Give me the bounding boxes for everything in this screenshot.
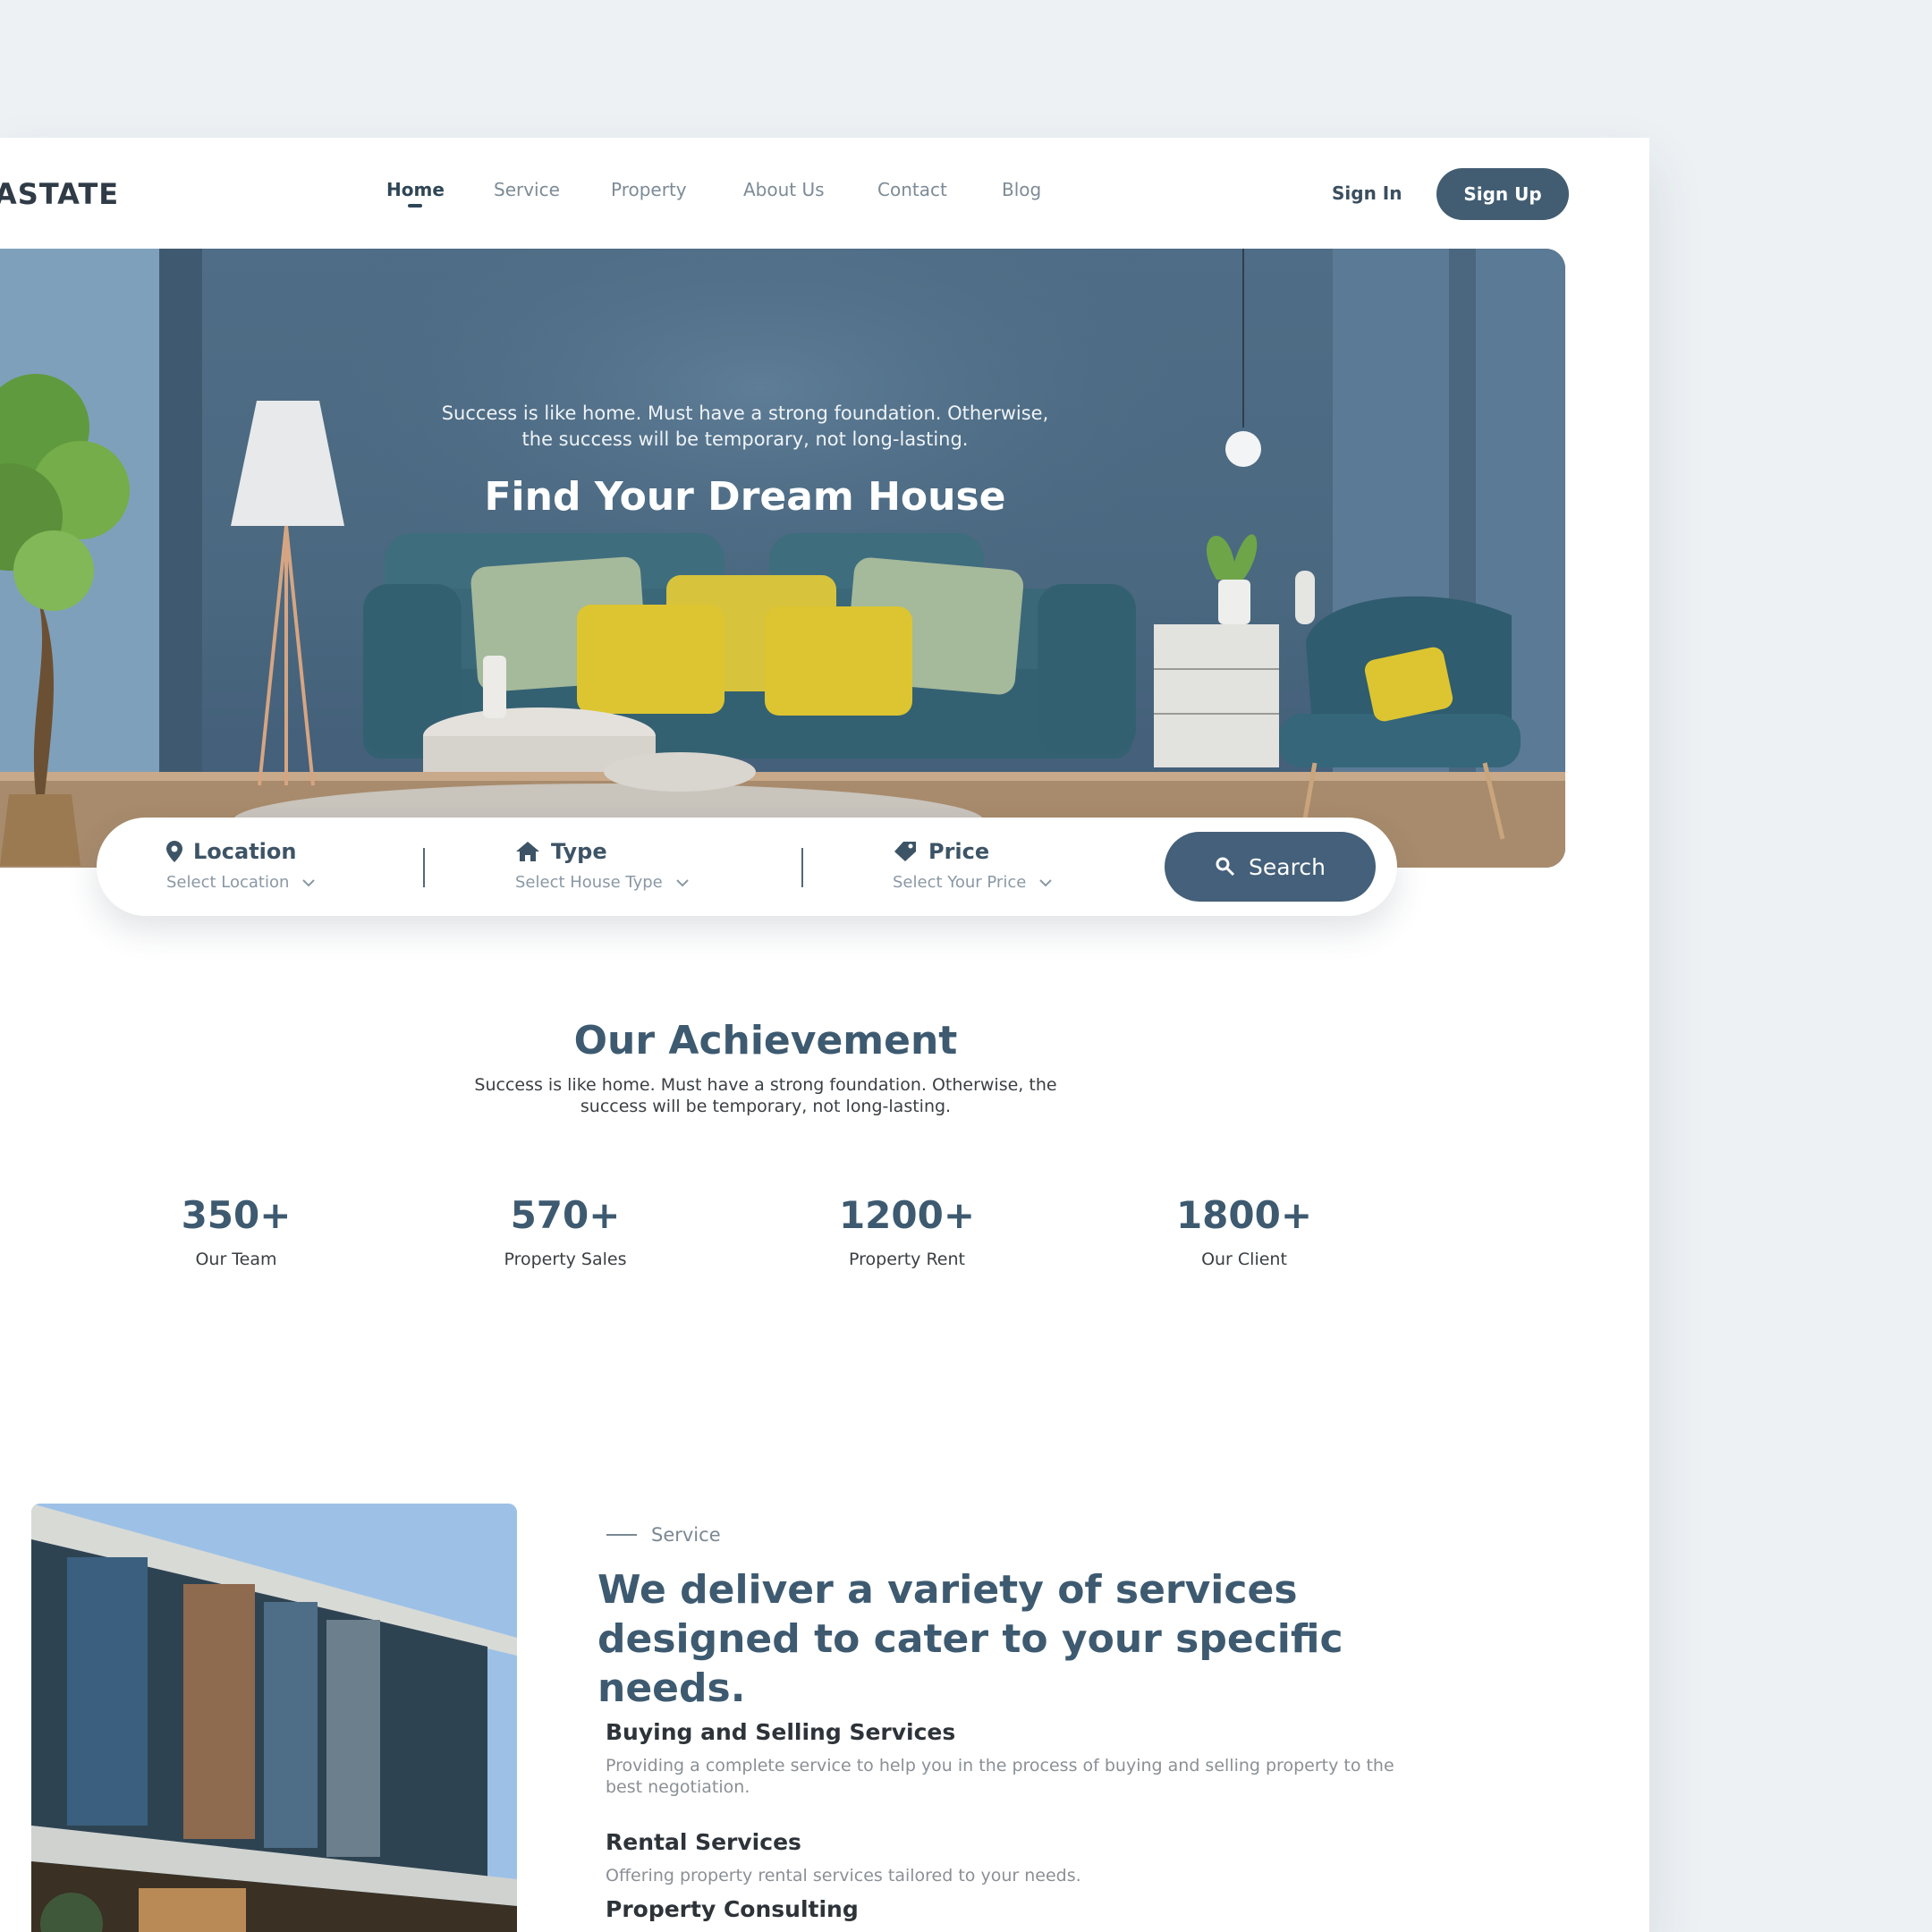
price-tag-icon <box>894 842 916 861</box>
service-item-title: Property Consulting <box>606 1896 859 1922</box>
type-placeholder: Select House Type <box>515 873 663 892</box>
stat-value: 1800+ <box>1175 1193 1313 1237</box>
location-label: Location <box>193 839 297 864</box>
stat-team: 350+ Our Team <box>102 1193 370 1269</box>
stat-label: Our Client <box>1201 1250 1287 1269</box>
field-divider <box>801 848 803 887</box>
stat-value: 570+ <box>510 1193 621 1237</box>
service-item-title: Rental Services <box>606 1829 801 1855</box>
home-icon <box>516 842 539 861</box>
sign-in-link[interactable]: Sign In <box>1332 182 1402 204</box>
achievement-subtitle: Success is like home. Must have a strong… <box>474 1075 1057 1116</box>
service-item-title: Buying and Selling Services <box>606 1719 956 1745</box>
service-kicker: Service <box>606 1524 721 1546</box>
price-placeholder: Select Your Price <box>893 873 1027 892</box>
search-button[interactable]: Search <box>1165 832 1376 902</box>
nav-service[interactable]: Service <box>494 179 560 200</box>
stat-property-rent: 1200+ Property Rent <box>773 1193 1041 1269</box>
active-nav-indicator <box>408 204 422 208</box>
search-icon <box>1216 857 1235 877</box>
modern-house-illustration <box>31 1504 517 1932</box>
type-field[interactable]: Type Select House Type <box>515 839 690 892</box>
stat-value: 1200+ <box>838 1193 976 1237</box>
nav-contact[interactable]: Contact <box>877 179 947 200</box>
hero-title: Find Your Dream House <box>484 474 1006 520</box>
brand-logo[interactable]: ASTATE <box>0 177 119 211</box>
stat-label: Property Sales <box>504 1250 627 1269</box>
type-label: Type <box>551 839 607 864</box>
service-item-desc: Offering property rental services tailor… <box>606 1866 1081 1885</box>
landing-page: ASTATE Home Service Property About Us Co… <box>0 138 1649 1932</box>
location-placeholder: Select Location <box>166 873 290 892</box>
hero-banner: Find Your Dream House <box>0 249 1565 868</box>
chevron-down-icon <box>676 878 689 886</box>
map-pin-icon <box>166 841 182 862</box>
service-building-image <box>31 1504 517 1932</box>
price-field[interactable]: Price Select Your Price <box>893 839 1053 892</box>
kicker-line <box>606 1534 637 1536</box>
service-title: We deliver a variety of services designe… <box>597 1567 1343 1711</box>
service-kicker-label: Service <box>651 1524 721 1546</box>
nav-about-us[interactable]: About Us <box>743 179 825 200</box>
price-label: Price <box>928 839 990 864</box>
service-item-desc: Providing a complete service to help you… <box>606 1756 1394 1797</box>
chevron-down-icon <box>302 878 316 886</box>
chevron-down-icon <box>1039 878 1053 886</box>
sign-up-button[interactable]: Sign Up <box>1436 168 1569 220</box>
search-button-label: Search <box>1249 853 1326 880</box>
nav-home[interactable]: Home <box>386 179 445 200</box>
stat-label: Our Team <box>195 1250 277 1269</box>
nav-property[interactable]: Property <box>611 179 687 200</box>
stat-client: 1800+ Our Client <box>1110 1193 1378 1269</box>
stat-label: Property Rent <box>849 1250 965 1269</box>
field-divider <box>423 848 425 887</box>
achievement-title: Our Achievement <box>573 1018 958 1063</box>
stat-value: 350+ <box>181 1193 292 1237</box>
stat-property-sales: 570+ Property Sales <box>431 1193 699 1269</box>
property-search-bar: Location Select Location Type Select Hou… <box>97 818 1397 916</box>
living-room-illustration <box>0 249 1565 868</box>
location-field[interactable]: Location Select Location <box>166 839 316 892</box>
nav-blog[interactable]: Blog <box>1002 179 1041 200</box>
hero-subtitle: Success is like home. Must have a strong… <box>441 402 1049 450</box>
